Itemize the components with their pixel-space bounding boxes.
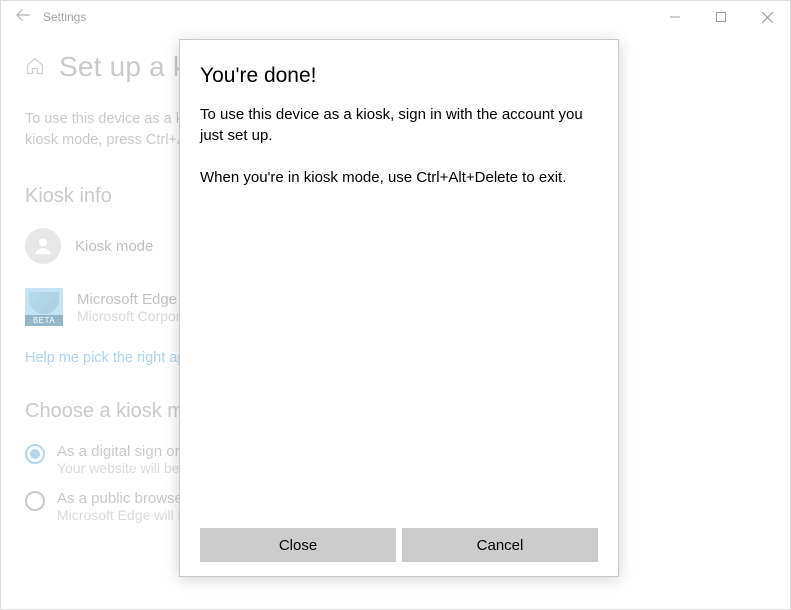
dialog-body: To use this device as a kiosk, sign in w…: [200, 104, 598, 208]
dialog-text-2: When you're in kiosk mode, use Ctrl+Alt+…: [200, 167, 598, 188]
dialog-title: You're done!: [200, 64, 598, 88]
dialog-text-1: To use this device as a kiosk, sign in w…: [200, 104, 598, 147]
close-dialog-button[interactable]: Close: [200, 528, 396, 562]
done-dialog: You're done! To use this device as a kio…: [179, 39, 619, 577]
cancel-dialog-button[interactable]: Cancel: [402, 528, 598, 562]
dialog-buttons: Close Cancel: [200, 528, 598, 562]
